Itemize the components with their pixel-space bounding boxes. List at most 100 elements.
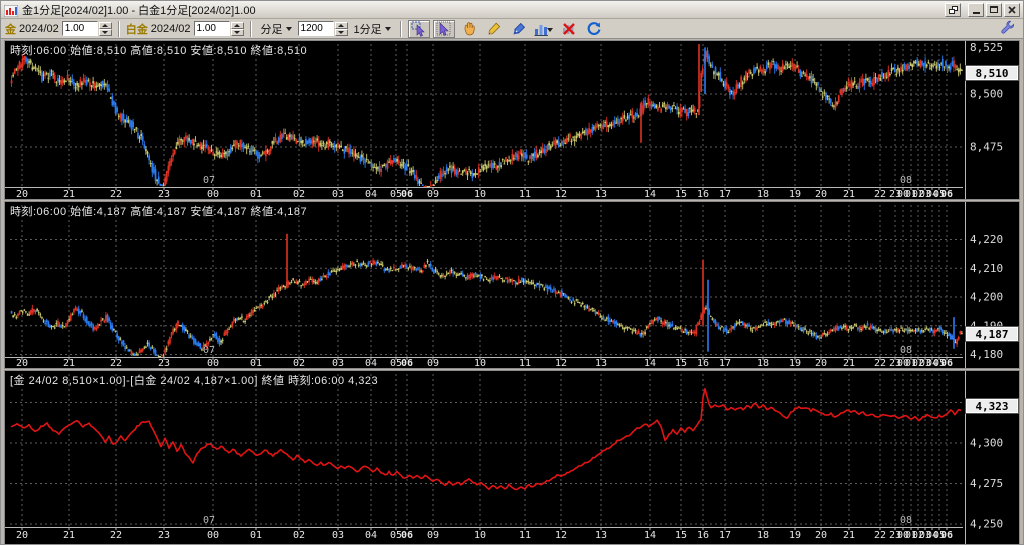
bar-count-spinbox — [297, 21, 348, 36]
series — [10, 387, 962, 491]
cascade-icon — [948, 5, 958, 14]
delete-drawing-button[interactable] — [558, 20, 580, 38]
x-tick-label: 09 — [427, 189, 439, 199]
x-tick-label: 11 — [519, 189, 531, 199]
bar-chart-icon — [534, 24, 553, 36]
x-tick-label: 17 — [719, 530, 731, 541]
toolbar-separator — [249, 20, 252, 37]
x-tick-label: 19 — [789, 189, 801, 199]
x-tick-label: 22 — [874, 358, 886, 368]
spin-up-button[interactable] — [230, 21, 244, 29]
pencil-tool-button[interactable] — [483, 20, 505, 38]
spin-down-button[interactable] — [98, 28, 112, 36]
x-tick-label: 06 — [941, 530, 953, 541]
x-tick-label: 13 — [595, 530, 607, 541]
x-tick-label: 17 — [719, 189, 731, 199]
spin-down-button[interactable] — [230, 28, 244, 36]
x-tick-label: 22 — [110, 189, 122, 199]
series — [10, 233, 963, 357]
x-tick-label: 21 — [843, 358, 855, 368]
x-tick-label: 22 — [110, 530, 122, 541]
toolbar-separator — [117, 20, 120, 37]
titlebar[interactable]: 金1分足[2024/02]1.00 - 白金1分足[2024/02]1.00 — [1, 1, 1023, 19]
x-tick-label: 15 — [675, 358, 687, 368]
grid — [10, 374, 963, 527]
x-tick-label: 01 — [250, 530, 262, 541]
interval-dropdown[interactable]: 1分足 — [351, 20, 394, 38]
platinum-chart-panel[interactable]: 20 21 22 23 00 01 02 03 04 05 06 09 10 11 12 13 14 15 16 17… — [4, 201, 1020, 369]
x-tick-label: 12 — [555, 530, 567, 541]
pan-tool-button[interactable] — [458, 20, 480, 38]
x-tick-label: 11 — [519, 358, 531, 368]
platinum-symbol-label: 白金 — [125, 23, 148, 36]
bar-type-dropdown[interactable]: 分足 — [258, 20, 295, 38]
settings-wrench-icon[interactable] — [999, 19, 1015, 38]
x-tick-label: 18 — [757, 189, 769, 199]
x-tick-label: 02 — [293, 358, 305, 368]
grid — [10, 205, 963, 357]
date-marker-label: 08 — [900, 175, 912, 186]
window-title: 金1分足[2024/02]1.00 - 白金1分足[2024/02]1.00 — [22, 4, 256, 17]
chart-pointer-tool-button[interactable] — [407, 19, 430, 38]
gold-candlestick-plot: 20 21 22 23 00 01 02 03 04 0506 09 10 11 12 13 14 15 16 17… — [5, 41, 1003, 199]
chart-pointer-tool-icon — [411, 21, 425, 37]
bar-count-input[interactable] — [297, 21, 334, 36]
spread-chart-panel[interactable]: 20 21 22 23 00 01 02 03 04 05 06 09 10 11 12 13 14 15 16 17… — [4, 370, 1020, 544]
gold-chart-panel[interactable]: 20 21 22 23 00 01 02 03 04 05 06 09 10 11 12 13 14 15 16 17… — [4, 40, 1020, 200]
toolbar: 金 2024/02 白金 2024/02 分足 1分足 — [1, 19, 1023, 39]
spin-up-button[interactable] — [98, 21, 112, 29]
x-tick-label: 18 — [757, 530, 769, 541]
x-tick-label: 23 — [158, 530, 170, 541]
pen-tool-button[interactable] — [508, 20, 530, 38]
select-tool-button[interactable] — [432, 19, 455, 38]
platinum-ohlc-info: 時刻:06:00 始値:4,187 高値:4,187 安値:4,187 終値:4… — [10, 206, 308, 218]
chevron-down-icon — [384, 26, 391, 31]
platinum-ratio-input[interactable] — [193, 21, 230, 36]
x-tick-label: 16 — [697, 530, 709, 541]
x-tick-label: 10 — [474, 358, 486, 368]
x-tick-label: 06 — [401, 189, 413, 199]
minimize-button[interactable] — [968, 2, 984, 17]
gold-current-price-badge: 8,510 — [966, 66, 1018, 80]
spin-up-button[interactable] — [334, 21, 348, 29]
close-button[interactable] — [1004, 2, 1020, 17]
y-tick-label: 8,500 — [970, 88, 1003, 101]
gold-symbol-label: 金 — [5, 23, 16, 36]
x-tick-label: 04 — [365, 189, 377, 199]
maximize-button[interactable] — [986, 2, 1002, 17]
maximize-icon — [990, 6, 998, 13]
x-tick-label: 06 — [941, 189, 953, 199]
x-tick-label: 00 — [207, 530, 219, 541]
x-tick-label: 09 — [427, 530, 439, 541]
x-tick-label: 14 — [644, 189, 656, 199]
interval-label: 1分足 — [353, 23, 382, 36]
refresh-button[interactable] — [583, 20, 605, 38]
gold-ratio-input[interactable] — [61, 21, 98, 36]
x-tick-label: 21 — [63, 189, 75, 199]
x-tick-label: 12 — [555, 358, 567, 368]
date-marker-label: 07 — [203, 345, 215, 356]
x-tick-label: 21 — [843, 189, 855, 199]
x-tick-label: 21 — [63, 530, 75, 541]
y-tick-label: 4,210 — [970, 262, 1003, 275]
x-tick-label: 01 — [250, 358, 262, 368]
x-tick-label: 04 — [365, 530, 377, 541]
x-tick-label: 16 — [697, 189, 709, 199]
x-tick-label: 14 — [644, 530, 656, 541]
series — [10, 44, 963, 187]
chart-type-button[interactable] — [533, 20, 555, 38]
x-tick-label: 18 — [757, 358, 769, 368]
gold-ohlc-info: 時刻:06:00 始値:8,510 高値:8,510 安値:8,510 終値:8… — [10, 45, 308, 57]
x-tick-label: 21 — [63, 358, 75, 368]
x-tick-label: 23 — [158, 358, 170, 368]
spin-down-button[interactable] — [334, 28, 348, 36]
x-tick-label: 06 — [401, 358, 413, 368]
x-tick-label: 00 — [207, 189, 219, 199]
bar-type-label: 分足 — [260, 23, 283, 36]
minimize-icon — [972, 12, 980, 14]
x-tick-label: 13 — [595, 189, 607, 199]
gold-contract-month: 2024/02 — [19, 22, 59, 35]
x-tick-label: 10 — [474, 530, 486, 541]
new-window-button[interactable] — [945, 2, 961, 17]
x-tick-label: 06 — [401, 530, 413, 541]
